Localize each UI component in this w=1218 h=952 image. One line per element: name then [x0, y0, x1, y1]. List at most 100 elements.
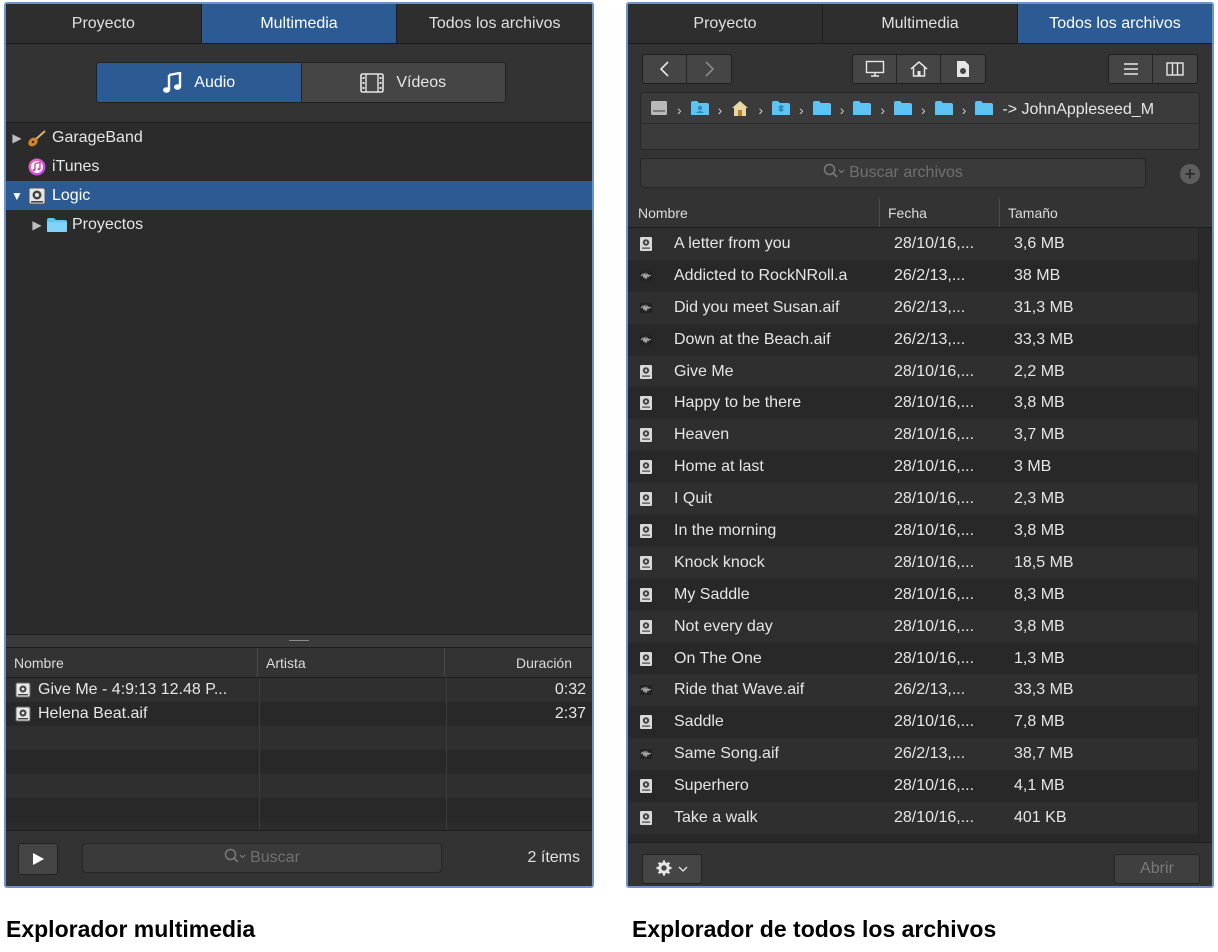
tree-item-garageband[interactable]: ▶ GarageBand — [6, 123, 592, 152]
path-separator: › — [839, 102, 845, 118]
table-row[interactable]: On The One 28/10/16,... 1,3 MB — [628, 642, 1212, 675]
tab-proyecto[interactable]: Proyecto — [628, 4, 823, 43]
list-item[interactable]: Give Me - 4:9:13 12.48 P... 0:32 — [6, 678, 592, 702]
file-name: Down at the Beach.aif — [674, 330, 831, 348]
file-name: Give Me — [674, 362, 734, 380]
users-folder-icon[interactable] — [690, 100, 710, 121]
column-header-nombre[interactable]: Nombre — [628, 198, 880, 227]
plus-icon: + — [1184, 163, 1196, 184]
table-row[interactable]: Happy to be there 28/10/16,... 3,8 MB — [628, 387, 1212, 420]
file-date: 28/10/16,... — [894, 362, 975, 380]
table-row[interactable]: Did you meet Susan.aif 26/2/13,... 31,3 MB — [628, 291, 1212, 324]
column-header-tamano[interactable]: Tamaño — [1000, 198, 1212, 227]
path-current-folder[interactable]: -> JohnAppleseed_M — [1002, 101, 1154, 119]
file-size: 33,3 MB — [1014, 330, 1074, 348]
computer-button[interactable] — [853, 55, 897, 83]
folder-icon[interactable] — [974, 100, 994, 121]
file-size: 8,3 MB — [1014, 585, 1065, 603]
path-separator: › — [717, 102, 723, 118]
list-item[interactable]: Helena Beat.aif 2:37 — [6, 702, 592, 726]
table-row[interactable]: Heaven 28/10/16,... 3,7 MB — [628, 419, 1212, 452]
table-row[interactable]: Down at the Beach.aif 26/2/13,... 33,3 MB — [628, 323, 1212, 356]
play-button[interactable] — [18, 843, 58, 875]
table-row[interactable]: I Quit 28/10/16,... 2,3 MB — [628, 483, 1212, 516]
column-header-fecha[interactable]: Fecha — [880, 198, 1000, 227]
back-button[interactable] — [643, 55, 687, 83]
dropbox-folder-icon[interactable] — [771, 100, 791, 121]
file-size: 3,7 MB — [1014, 426, 1065, 444]
table-row[interactable]: Same Song.aif 26/2/13,... 38,7 MB — [628, 738, 1212, 771]
tab-multimedia[interactable]: Multimedia — [201, 4, 398, 43]
file-search-input[interactable]: Buscar archivos — [640, 158, 1146, 188]
table-row[interactable]: A letter from you 28/10/16,... 3,6 MB — [628, 228, 1212, 260]
file-date: 26/2/13,... — [894, 330, 966, 348]
files-bottom-bar: Abrir — [628, 842, 1212, 886]
play-icon — [33, 853, 44, 865]
table-row[interactable]: Give Me 28/10/16,... 2,2 MB — [628, 355, 1212, 388]
column-view-button[interactable] — [1153, 55, 1197, 83]
item-count: 2 ítems — [527, 849, 580, 866]
tree-item-proyectos[interactable]: ▶ Proyectos — [6, 210, 592, 239]
all-files-caption: Explorador de todos los archivos — [632, 916, 997, 942]
file-size: 3,8 MB — [1014, 617, 1065, 635]
home-button[interactable] — [897, 55, 941, 83]
tree-item-logic[interactable]: ▼ Logic — [6, 181, 592, 210]
breadcrumb: › › › › › › › › -> JohnAppleseed_M — [649, 99, 1199, 121]
media-browser-panel: Proyecto Multimedia Todos los archivos A… — [4, 2, 594, 888]
tab-proyecto[interactable]: Proyecto — [6, 4, 202, 43]
file-name: Ride that Wave.aif — [674, 681, 805, 699]
home-folder-icon[interactable] — [730, 99, 750, 121]
audio-segment-button[interactable]: Audio — [97, 63, 302, 102]
tab-todos-los-archivos[interactable]: Todos los archivos — [1018, 4, 1212, 43]
location-buttons — [852, 54, 986, 84]
column-header-artista[interactable]: Artista — [258, 648, 445, 677]
table-row[interactable]: Take a walk 28/10/16,... 401 KB — [628, 802, 1212, 834]
disclosure-triangle-icon[interactable]: ▼ — [10, 189, 24, 203]
videos-segment-button[interactable]: Vídeos — [301, 63, 505, 102]
file-date: 28/10/16,... — [894, 808, 975, 826]
split-view-divider[interactable] — [6, 634, 592, 648]
file-size: 3,8 MB — [1014, 521, 1065, 539]
folder-icon[interactable] — [934, 100, 954, 121]
tab-todos-los-archivos[interactable]: Todos los archivos — [397, 4, 592, 43]
scrollbar[interactable] — [1198, 228, 1212, 848]
forward-button[interactable] — [687, 55, 731, 83]
table-row[interactable]: Addicted to RockNRoll.a 26/2/13,... 38 MB — [628, 259, 1212, 292]
tab-multimedia[interactable]: Multimedia — [823, 4, 1018, 43]
open-button[interactable]: Abrir — [1114, 854, 1200, 884]
table-row[interactable]: In the morning 28/10/16,... 3,8 MB — [628, 515, 1212, 547]
project-button[interactable] — [941, 55, 985, 83]
column-header-duracion[interactable]: Duración — [445, 648, 592, 677]
folder-icon[interactable] — [812, 100, 832, 121]
search-icon — [823, 163, 845, 184]
file-date: 28/10/16,... — [894, 617, 975, 635]
logic-project-icon — [628, 523, 664, 539]
path-bar[interactable]: › › › › › › › › -> JohnAppleseed_M — [640, 92, 1200, 150]
folder-icon[interactable] — [893, 100, 913, 121]
tree-item-itunes[interactable]: iTunes — [6, 152, 592, 181]
videos-segment-label: Vídeos — [396, 73, 447, 91]
file-size: 2,2 MB — [1014, 362, 1065, 380]
home-icon — [910, 61, 927, 77]
logic-project-icon — [628, 587, 664, 603]
add-filter-button[interactable]: + — [1180, 164, 1200, 184]
column-header-nombre[interactable]: Nombre — [6, 648, 258, 677]
hard-drive-icon[interactable] — [649, 99, 669, 121]
file-size: 3,8 MB — [1014, 394, 1065, 412]
disclosure-triangle-icon[interactable]: ▶ — [10, 131, 24, 145]
action-menu-button[interactable] — [642, 854, 702, 884]
table-row[interactable]: Ride that Wave.aif 26/2/13,... 33,3 MB — [628, 674, 1212, 707]
list-view-button[interactable] — [1109, 55, 1153, 83]
table-row[interactable]: Saddle 28/10/16,... 7,8 MB — [628, 706, 1212, 739]
file-date: 28/10/16,... — [894, 490, 975, 508]
folder-icon[interactable] — [852, 100, 872, 121]
path-separator: › — [961, 102, 967, 118]
table-row[interactable]: Home at last 28/10/16,... 3 MB — [628, 451, 1212, 484]
media-search-input[interactable]: Buscar — [82, 843, 442, 873]
file-size: 18,5 MB — [1014, 553, 1074, 571]
table-row[interactable]: My Saddle 28/10/16,... 8,3 MB — [628, 578, 1212, 611]
table-row[interactable]: Knock knock 28/10/16,... 18,5 MB — [628, 546, 1212, 579]
table-row[interactable]: Not every day 28/10/16,... 3,8 MB — [628, 610, 1212, 643]
disclosure-triangle-icon[interactable]: ▶ — [30, 218, 44, 232]
table-row[interactable]: Superhero 28/10/16,... 4,1 MB — [628, 770, 1212, 803]
